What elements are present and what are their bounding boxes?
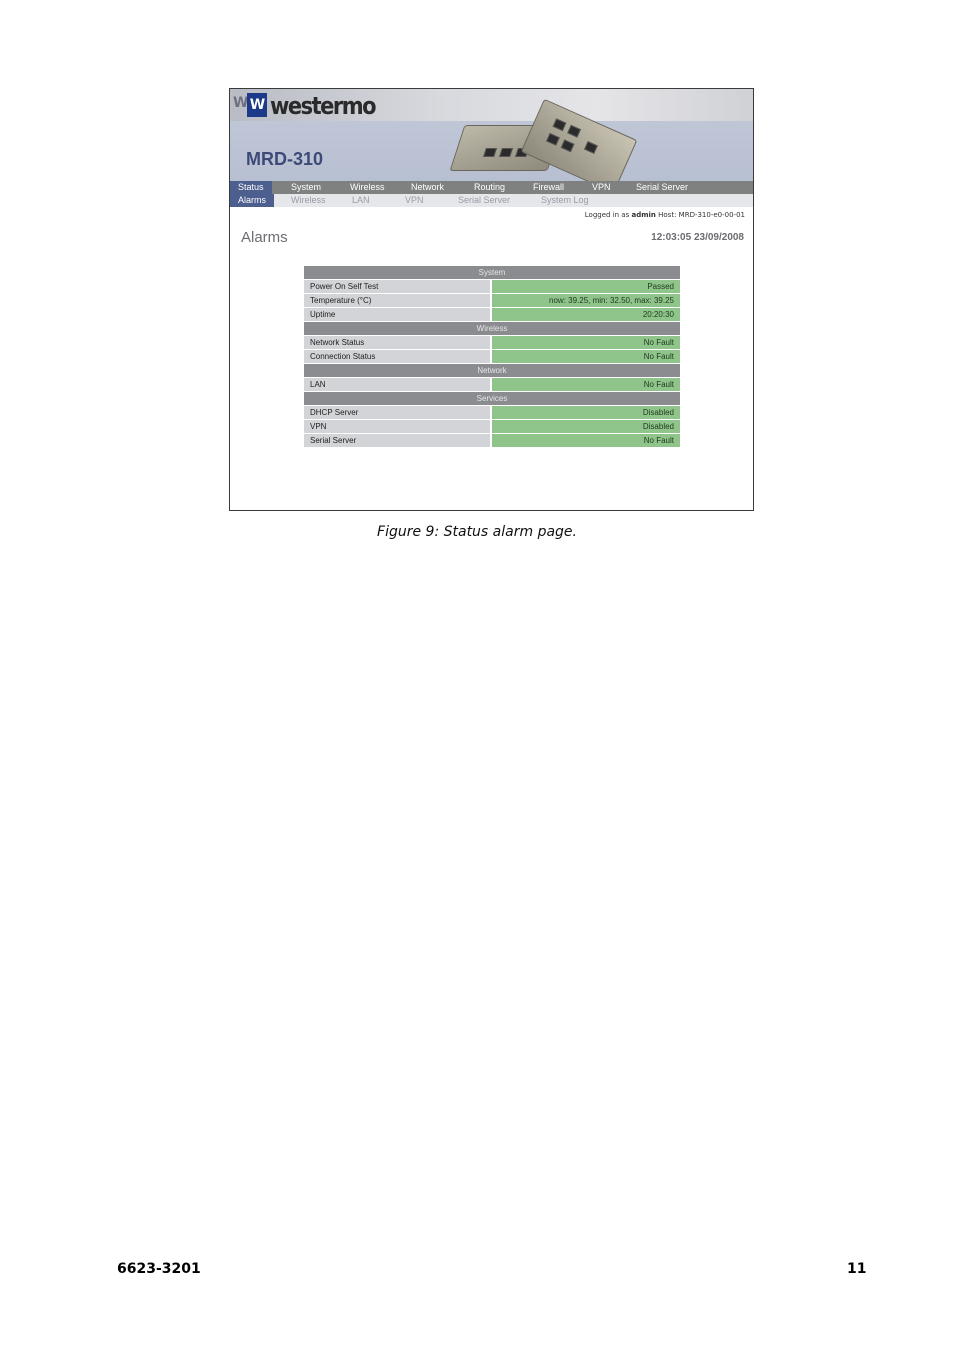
secondary-nav: Alarms Wireless LAN VPN Serial Server System … — [230, 194, 753, 207]
alarm-value: No Fault — [492, 350, 680, 363]
page-number: 11 — [847, 1261, 867, 1277]
alarm-value: Disabled — [492, 420, 680, 433]
alarm-value: now: 39.25, min: 32.50, max: 39.25 — [492, 294, 680, 307]
clock: 12:03:05 23/09/2008 — [651, 232, 744, 243]
table-row: Power On Self Test Passed — [304, 280, 680, 293]
brand-logo: westermo — [270, 92, 377, 120]
section-header-row: Services — [304, 392, 680, 405]
section-header-row: Network — [304, 364, 680, 377]
header-banner: W W westermo MRD-310 — [230, 89, 753, 181]
nav-item-vpn[interactable]: VPN — [405, 194, 424, 207]
section-title: Services — [304, 392, 680, 405]
nav-item-wireless[interactable]: Wireless — [350, 181, 385, 194]
alarm-value: No Fault — [492, 378, 680, 391]
alarm-label: LAN — [304, 378, 492, 391]
nav-item-lan[interactable]: LAN — [352, 194, 370, 207]
login-info: Logged in as admin Host: MRD-310-e0-00-0… — [585, 211, 745, 219]
table-row: VPN Disabled — [304, 420, 680, 433]
nav-item-system[interactable]: System — [291, 181, 321, 194]
login-prefix: Logged in as — [584, 211, 630, 219]
page-title: Alarms — [241, 229, 288, 246]
alarm-value: No Fault — [492, 434, 680, 447]
section-header-row: Wireless — [304, 322, 680, 335]
section-title: System — [304, 266, 680, 279]
alarm-table: System Power On Self Test Passed Temperatur… — [304, 265, 680, 448]
section-header-row: System — [304, 266, 680, 279]
primary-nav: Status System Wireless Network Routing Firewa… — [230, 181, 753, 194]
table-row: LAN No Fault — [304, 378, 680, 391]
nav-item-routing[interactable]: Routing — [474, 181, 505, 194]
alarm-label: DHCP Server — [304, 406, 492, 419]
nav-item-vpn[interactable]: VPN — [592, 181, 611, 194]
table-row: Uptime 20:20:30 — [304, 308, 680, 321]
nav-item-system-log[interactable]: System Log — [541, 194, 589, 207]
alarm-label: Connection Status — [304, 350, 492, 363]
alarm-label: Power On Self Test — [304, 280, 492, 293]
alarm-label: Serial Server — [304, 434, 492, 447]
device-model: MRD-310 — [246, 149, 324, 169]
table-row: Temperature (°C) now: 39.25, min: 32.50, … — [304, 294, 680, 307]
nav-item-status[interactable]: Status — [230, 181, 272, 194]
nav-item-firewall[interactable]: Firewall — [533, 181, 564, 194]
figure-caption: Figure 9: Status alarm page. — [377, 524, 577, 540]
nav-item-serial-server[interactable]: Serial Server — [636, 181, 688, 194]
section-title: Wireless — [304, 322, 680, 335]
alarm-value: 20:20:30 — [492, 308, 680, 321]
table-row: Serial Server No Fault — [304, 434, 680, 447]
table-row: DHCP Server Disabled — [304, 406, 680, 419]
logo-icon: W — [247, 93, 267, 117]
alarm-value: Disabled — [492, 406, 680, 419]
alarm-value: No Fault — [492, 336, 680, 349]
alarm-label: Temperature (°C) — [304, 294, 492, 307]
login-host: Host: MRD-310-e0-00-01 — [658, 211, 745, 219]
nav-item-wireless[interactable]: Wireless — [291, 194, 326, 207]
alarm-label: Network Status — [304, 336, 492, 349]
section-title: Network — [304, 364, 680, 377]
nav-item-serial-server[interactable]: Serial Server — [458, 194, 510, 207]
screenshot-figure: W W westermo MRD-310 Status System Wireles… — [229, 88, 754, 511]
nav-item-alarms[interactable]: Alarms — [230, 194, 275, 207]
login-user: admin — [631, 211, 656, 219]
alarm-label: VPN — [304, 420, 492, 433]
table-row: Network Status No Fault — [304, 336, 680, 349]
alarm-value: Passed — [492, 280, 680, 293]
alarm-label: Uptime — [304, 308, 492, 321]
doc-number: 6623-3201 — [117, 1261, 201, 1277]
nav-item-network[interactable]: Network — [411, 181, 444, 194]
table-row: Connection Status No Fault — [304, 350, 680, 363]
